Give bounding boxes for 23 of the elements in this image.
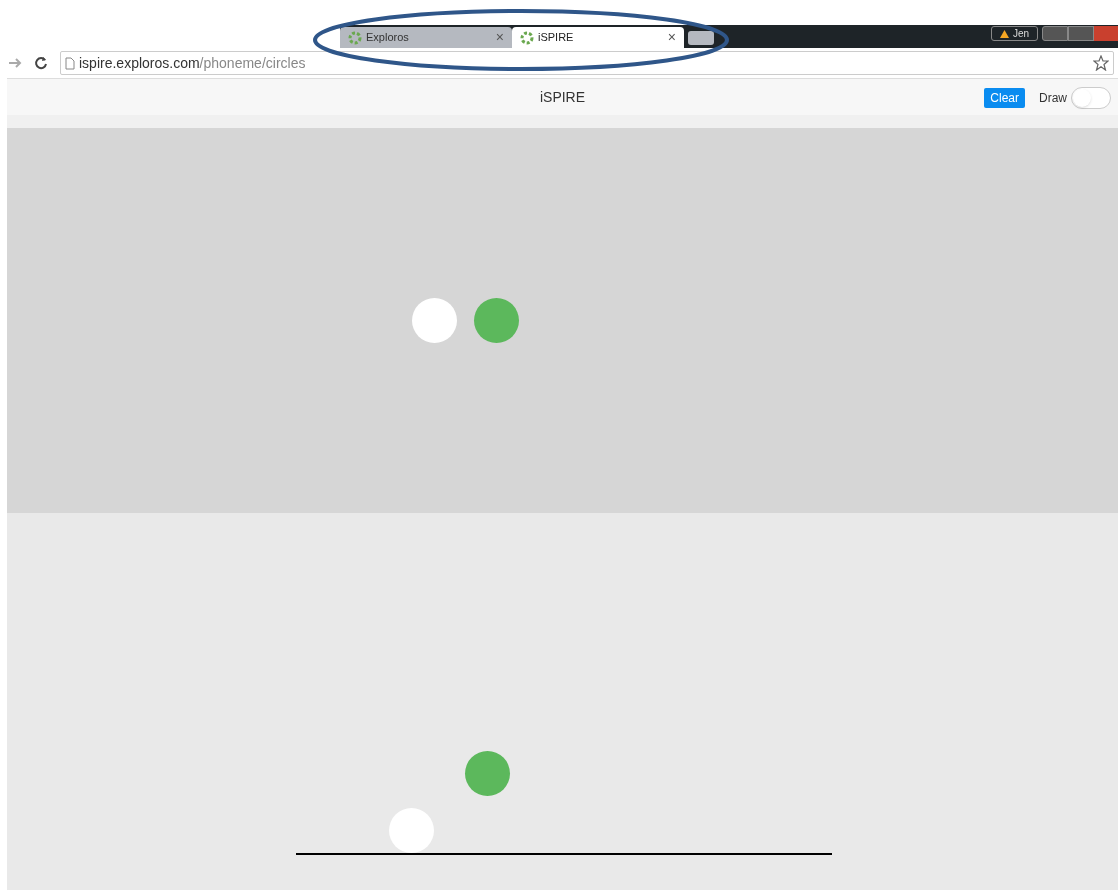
draw-label: Draw [1039, 90, 1067, 107]
reload-icon[interactable] [34, 56, 48, 70]
browser-tab[interactable]: Exploros × [340, 27, 512, 48]
page-icon [65, 56, 75, 70]
draw-toggle[interactable] [1071, 87, 1111, 109]
restore-button[interactable] [1068, 26, 1094, 41]
warning-icon [999, 29, 1009, 38]
user-name: Jen [1012, 27, 1029, 41]
logo-icon [348, 30, 362, 45]
close-icon[interactable]: × [667, 27, 676, 48]
new-tab-button[interactable] [688, 31, 714, 45]
tab-title: iSPIRE [538, 30, 575, 46]
app-title: iSPIRE [539, 87, 586, 107]
user-button[interactable]: Jen [990, 26, 1038, 41]
minimize-button[interactable] [1042, 26, 1068, 41]
forward-arrow-icon[interactable] [8, 57, 22, 69]
address-field[interactable]: ispire.exploros.com/phoneme/circles [60, 51, 1114, 75]
close-icon[interactable]: × [495, 27, 504, 48]
browser-tab[interactable]: iSPIRE × [512, 27, 684, 48]
url-text: ispire.exploros.com/phoneme/circles [79, 53, 307, 73]
logo-icon [520, 30, 534, 45]
star-icon[interactable] [1093, 55, 1109, 71]
tab-title: Exploros [366, 30, 410, 46]
